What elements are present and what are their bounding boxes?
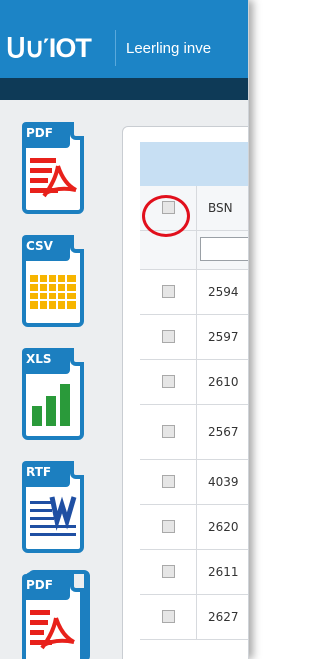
table-row[interactable]: 2611 xyxy=(140,550,248,595)
export-xls-label: XLS xyxy=(26,352,52,366)
xls-icon xyxy=(32,384,70,426)
row-checkbox[interactable] xyxy=(162,425,175,438)
table-row[interactable]: 2610 xyxy=(140,360,248,405)
row-checkbox[interactable] xyxy=(162,375,175,388)
export-rtf-button[interactable]: RTF xyxy=(18,457,88,557)
row-checkbox[interactable] xyxy=(162,565,175,578)
row-checkbox[interactable] xyxy=(162,520,175,533)
bsn-cell: 4039 xyxy=(208,475,239,489)
table-row[interactable]: 2597 xyxy=(140,315,248,360)
nav-band xyxy=(0,78,248,100)
bsn-cell: 2567 xyxy=(208,425,239,439)
row-checkbox[interactable] xyxy=(162,285,175,298)
pdf-batch-icon xyxy=(30,610,75,650)
row-checkbox[interactable] xyxy=(162,610,175,623)
row-checkbox[interactable] xyxy=(162,475,175,488)
bsn-cell: 2627 xyxy=(208,610,239,624)
csv-icon xyxy=(30,275,76,309)
export-csv-button[interactable]: CSV xyxy=(18,231,88,331)
bsn-cell: 2611 xyxy=(208,565,239,579)
table-row[interactable]: 2567 xyxy=(140,405,248,460)
export-pdf-button[interactable]: PDF xyxy=(18,118,88,218)
grid-caption-bar xyxy=(140,142,248,186)
bsn-cell: 2620 xyxy=(208,520,239,534)
app-logo[interactable]: ᑌ∪ΊΟΤ xyxy=(0,30,116,66)
app-title: Leerling inve xyxy=(126,40,212,57)
filter-row xyxy=(140,231,248,270)
row-checkbox[interactable] xyxy=(162,330,175,343)
export-csv-label: CSV xyxy=(26,239,53,253)
export-pdf-batch-button[interactable]: PDF xyxy=(18,570,90,659)
bsn-cell: 2594 xyxy=(208,285,239,299)
bsn-filter-input[interactable] xyxy=(200,237,248,261)
students-table: BSN 2594 2597 2610 2567 4039 2620 2611 2… xyxy=(140,186,248,640)
rtf-icon xyxy=(30,496,77,536)
export-xls-button[interactable]: XLS xyxy=(18,344,88,444)
bsn-cell: 2610 xyxy=(208,375,239,389)
export-rtf-label: RTF xyxy=(26,465,52,479)
top-bar: ᑌ∪ΊΟΤ Leerling inve xyxy=(0,0,248,78)
app-window: ᑌ∪ΊΟΤ Leerling inve PDF CSV XLS RTF PDF … xyxy=(0,0,249,659)
table-row[interactable]: 4039 xyxy=(140,460,248,505)
export-pdf-label: PDF xyxy=(26,126,53,140)
bsn-cell: 2597 xyxy=(208,330,239,344)
pdf-icon xyxy=(30,158,77,198)
column-header-bsn[interactable]: BSN xyxy=(208,186,233,230)
highlight-circle xyxy=(142,195,190,237)
table-row[interactable]: 2627 xyxy=(140,595,248,640)
export-toolbar: PDF CSV XLS RTF PDF xyxy=(18,118,100,659)
export-pdf-batch-label: PDF xyxy=(26,578,53,592)
table-row[interactable]: 2620 xyxy=(140,505,248,550)
table-row[interactable]: 2594 xyxy=(140,270,248,315)
